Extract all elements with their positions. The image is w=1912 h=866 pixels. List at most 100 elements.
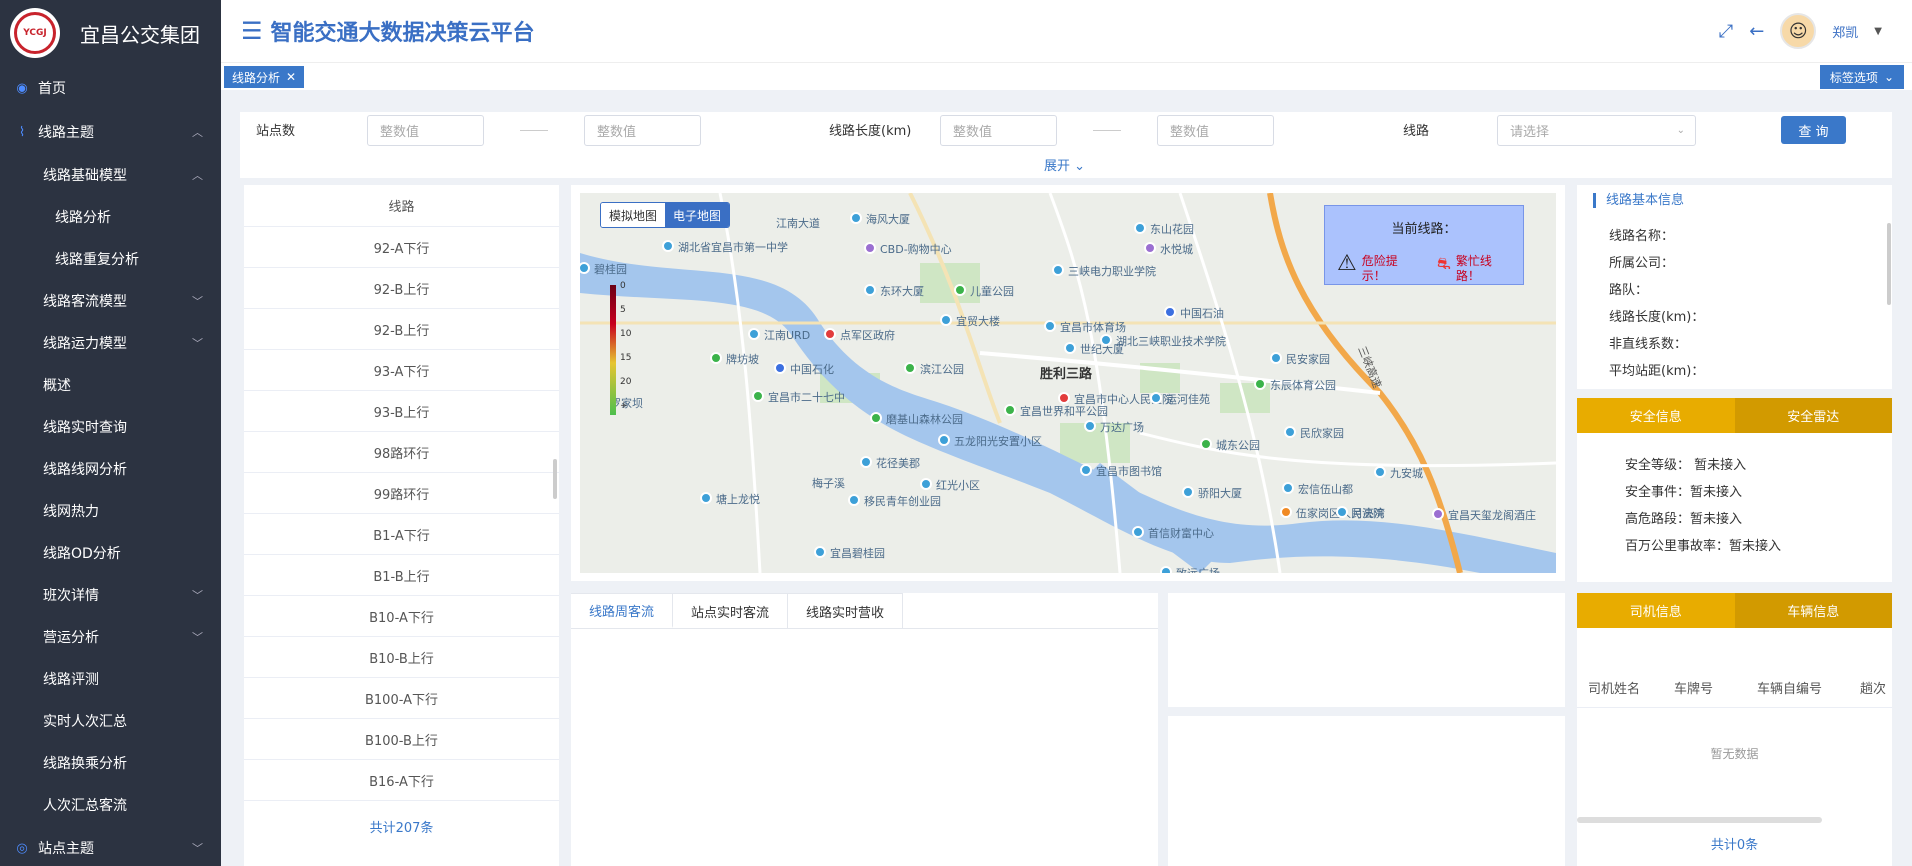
map-label[interactable]: 运河佳苑 xyxy=(1166,391,1210,407)
route-row[interactable]: B10-B上行 xyxy=(244,637,559,678)
map-marker-icon[interactable] xyxy=(1280,506,1292,518)
map-label[interactable]: 湖北省宜昌市第一中学 xyxy=(678,239,788,255)
tab-route-realtime-revenue[interactable]: 线路实时营收 xyxy=(788,593,904,628)
sidebar-item[interactable]: 线路分析 xyxy=(0,196,221,238)
menu-toggle-icon[interactable]: ☰ xyxy=(241,17,263,45)
map-marker-icon[interactable] xyxy=(1374,466,1386,478)
map-marker-icon[interactable] xyxy=(848,494,860,506)
sidebar-item[interactable]: 线路换乘分析 xyxy=(0,742,221,784)
map-marker-icon[interactable] xyxy=(1200,438,1212,450)
sidebar-item[interactable]: 线路客流模型 ﹀ xyxy=(0,280,221,322)
map-label[interactable]: 中国石油 xyxy=(1180,305,1224,321)
route-select[interactable]: 请选择 ⌄ xyxy=(1497,115,1696,146)
map-marker-icon[interactable] xyxy=(860,456,872,468)
map-label[interactable]: 花径美郡 xyxy=(876,455,920,471)
map-marker-icon[interactable] xyxy=(1182,486,1194,498)
scrollbar[interactable] xyxy=(1577,817,1822,823)
map-marker-icon[interactable] xyxy=(752,390,764,402)
route-row[interactable]: B1-B上行 xyxy=(244,555,559,596)
map-label[interactable]: 宜昌碧桂园 xyxy=(830,545,885,561)
expand-toggle[interactable]: 展开 ⌄ xyxy=(1044,155,1085,174)
map-marker-icon[interactable] xyxy=(814,546,826,558)
close-icon[interactable]: ✕ xyxy=(286,70,296,84)
map-marker-icon[interactable] xyxy=(954,284,966,296)
map-marker-icon[interactable] xyxy=(710,352,722,364)
map-marker-icon[interactable] xyxy=(824,328,836,340)
sidebar-item[interactable]: 线网热力 xyxy=(0,490,221,532)
map[interactable]: 模拟地图 电子地图 0 5 10 15 20 + 当前线路： ⚠ 危险提示！ ⛐ 繁忙线路… xyxy=(580,193,1556,573)
map-marker-icon[interactable] xyxy=(1270,352,1282,364)
map-label[interactable]: 海风大厦 xyxy=(866,211,910,227)
back-arrow-icon[interactable]: ← xyxy=(1749,21,1764,42)
map-label[interactable]: 胜利三路 xyxy=(1040,363,1092,382)
route-row[interactable]: B10-A下行 xyxy=(244,596,559,637)
tab-station-realtime-flow[interactable]: 站点实时客流 xyxy=(673,593,789,628)
user-dropdown-icon[interactable]: ▼ xyxy=(1874,26,1882,37)
map-label[interactable]: CBD-购物中心 xyxy=(880,241,952,257)
map-label[interactable]: 东辰体育公园 xyxy=(1270,377,1336,393)
map-label[interactable]: 红光小区 xyxy=(936,477,980,493)
route-row[interactable]: 92-B上行 xyxy=(244,309,559,350)
route-row[interactable]: 99路环行 xyxy=(244,473,559,514)
map-label[interactable]: 塘上龙悦 xyxy=(716,491,760,507)
map-label[interactable]: 宜昌天玺龙阁酒庄 xyxy=(1448,507,1536,523)
tab-safety-radar[interactable]: 安全雷达 xyxy=(1734,398,1892,433)
route-row[interactable]: 92-B上行 xyxy=(244,268,559,309)
map-marker-icon[interactable] xyxy=(1064,342,1076,354)
map-toggle-simulated[interactable]: 模拟地图 xyxy=(601,203,666,227)
map-marker-icon[interactable] xyxy=(1100,334,1112,346)
map-label[interactable]: 中国石化 xyxy=(790,361,834,377)
map-label[interactable]: 首信财富中心 xyxy=(1148,525,1214,541)
fullscreen-icon[interactable]: ⤢ xyxy=(1719,21,1733,42)
map-label[interactable]: 湖北三峡职业技术学院 xyxy=(1116,333,1226,349)
sidebar-item[interactable]: 线路重复分析 xyxy=(0,238,221,280)
sidebar-item[interactable]: 班次详情 ﹀ xyxy=(0,574,221,616)
map-label[interactable]: 宜昌世界和平公园 xyxy=(1020,403,1108,419)
map-label[interactable]: 致远广场 xyxy=(1176,565,1220,573)
map-marker-icon[interactable] xyxy=(1144,242,1156,254)
map-marker-icon[interactable] xyxy=(920,478,932,490)
map-label[interactable]: 九安城 xyxy=(1390,465,1423,481)
route-row[interactable]: B16-A下行 xyxy=(244,760,559,801)
tab-vehicle-info[interactable]: 车辆信息 xyxy=(1734,593,1892,628)
map-label[interactable]: 月亮湾 xyxy=(1352,505,1385,521)
map-label[interactable]: 宜昌市图书馆 xyxy=(1096,463,1162,479)
tab-safety-info[interactable]: 安全信息 xyxy=(1577,398,1735,433)
scrollbar[interactable] xyxy=(553,459,557,499)
sidebar-item[interactable]: 人次汇总客流 xyxy=(0,784,221,826)
map-marker-icon[interactable] xyxy=(1044,320,1056,332)
map-label[interactable]: 东环大厦 xyxy=(880,283,924,299)
map-marker-icon[interactable] xyxy=(1084,420,1096,432)
map-marker-icon[interactable] xyxy=(1284,426,1296,438)
map-label[interactable]: 万达广场 xyxy=(1100,419,1144,435)
map-marker-icon[interactable] xyxy=(864,284,876,296)
map-label[interactable]: 江南URD xyxy=(764,327,810,343)
map-label[interactable]: 滨江公园 xyxy=(920,361,964,377)
map-marker-icon[interactable] xyxy=(940,314,952,326)
map-label[interactable]: 宜贸大楼 xyxy=(956,313,1000,329)
tab-driver-info[interactable]: 司机信息 xyxy=(1577,593,1735,628)
station-max-input[interactable]: 整数值 xyxy=(584,115,701,146)
map-marker-icon[interactable] xyxy=(1160,566,1172,573)
route-row[interactable]: B1-A下行 xyxy=(244,514,559,555)
sidebar-item[interactable]: 线路基础模型 ︿ xyxy=(0,154,221,196)
sidebar-item[interactable]: ◎ 站点主题 ﹀ xyxy=(0,826,221,866)
map-label[interactable]: 骄阳大厦 xyxy=(1198,485,1242,501)
route-row[interactable]: 93-A下行 xyxy=(244,350,559,391)
route-row[interactable]: B100-A下行 xyxy=(244,678,559,719)
sidebar-item[interactable]: ◉ 首页 xyxy=(0,66,221,110)
sidebar-item[interactable]: 营运分析 ﹀ xyxy=(0,616,221,658)
map-marker-icon[interactable] xyxy=(938,434,950,446)
sidebar-item[interactable]: 线路实时查询 xyxy=(0,406,221,448)
sidebar-item[interactable]: 线路线网分析 xyxy=(0,448,221,490)
map-toggle-electronic[interactable]: 电子地图 xyxy=(665,203,730,227)
map-marker-icon[interactable] xyxy=(700,492,712,504)
sidebar-item[interactable]: 线路评测 xyxy=(0,658,221,700)
map-marker-icon[interactable] xyxy=(748,328,760,340)
length-min-input[interactable]: 整数值 xyxy=(940,115,1057,146)
map-marker-icon[interactable] xyxy=(1080,464,1092,476)
map-label[interactable]: 梅子溪 xyxy=(812,475,845,491)
scrollbar[interactable] xyxy=(1887,223,1891,305)
tag-route-analysis[interactable]: 线路分析 ✕ xyxy=(224,66,305,88)
map-marker-icon[interactable] xyxy=(1150,392,1162,404)
